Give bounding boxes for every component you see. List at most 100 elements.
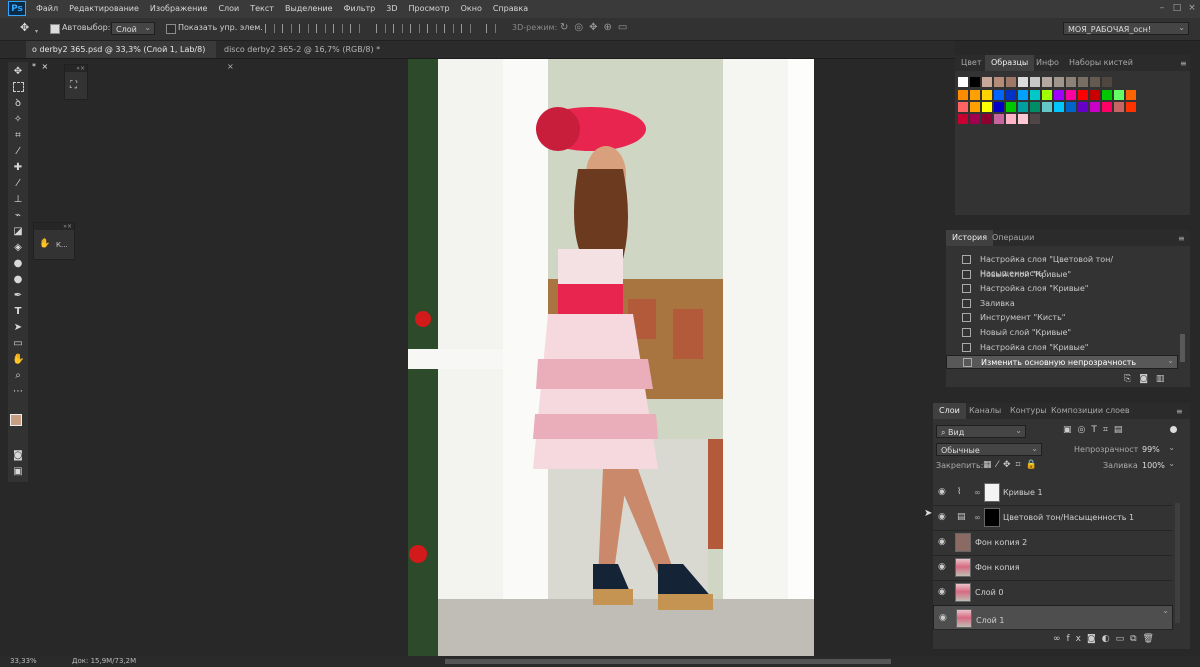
color-swatch[interactable] bbox=[958, 77, 968, 87]
color-swatch[interactable] bbox=[1042, 77, 1052, 87]
chain-link-icon[interactable]: ∞ bbox=[974, 508, 982, 527]
history-footer-icons[interactable]: ⎘◙▥ bbox=[1124, 374, 1172, 384]
color-swatch[interactable] bbox=[982, 102, 992, 112]
layer-filter-icons[interactable]: ▣◎T⌗▤ bbox=[1063, 425, 1128, 435]
color-swatch[interactable] bbox=[958, 114, 968, 124]
panel-menu-icon[interactable]: ≡ bbox=[1178, 234, 1185, 243]
close-button[interactable]: × bbox=[1187, 2, 1197, 14]
color-swatch[interactable] bbox=[1018, 90, 1028, 100]
color-swatch[interactable] bbox=[1030, 114, 1040, 124]
tab-swatches[interactable]: Образцы bbox=[985, 55, 1035, 71]
layers-scrollbar[interactable] bbox=[1175, 503, 1180, 623]
document-canvas[interactable] bbox=[408, 59, 814, 656]
color-swatch[interactable] bbox=[1018, 77, 1028, 87]
tab-close-icon[interactable]: × bbox=[227, 62, 234, 71]
color-swatch[interactable] bbox=[1042, 90, 1052, 100]
color-swatch[interactable] bbox=[1090, 102, 1100, 112]
tab-document-2[interactable]: disco derby2 365-2 @ 16,7% (RGB/8) * × bbox=[218, 41, 393, 71]
color-swatch[interactable] bbox=[1078, 77, 1088, 87]
align-hcenter-icon[interactable] bbox=[333, 24, 343, 33]
align-top-icon[interactable] bbox=[265, 24, 275, 33]
distribute-vcenter-icon[interactable] bbox=[393, 24, 403, 33]
layer-row[interactable]: ◉ Фон копия bbox=[933, 555, 1173, 581]
tab-channels[interactable]: Каналы bbox=[963, 403, 1007, 419]
color-swatch[interactable] bbox=[958, 90, 968, 100]
menu-item[interactable]: Фильтр bbox=[344, 0, 376, 18]
fill-field[interactable]: 100% bbox=[1138, 457, 1178, 472]
paint-bucket-icon[interactable]: ◈ bbox=[12, 242, 24, 253]
hand-tool-icon[interactable]: ✋ bbox=[12, 354, 24, 365]
color-swatch[interactable] bbox=[1030, 90, 1040, 100]
layer-footer-icons[interactable]: ∞fx◙◐▭⧉🗑 bbox=[1053, 634, 1160, 644]
color-swatch[interactable] bbox=[1006, 90, 1016, 100]
zoom-level[interactable]: 33,33% bbox=[10, 657, 37, 665]
mask-icon[interactable]: ◙ bbox=[1087, 634, 1102, 644]
visibility-eye-icon[interactable]: ◉ bbox=[938, 587, 948, 597]
visibility-eye-icon[interactable]: ◉ bbox=[938, 487, 948, 497]
color-swatch[interactable] bbox=[958, 102, 968, 112]
history-item[interactable]: Изменить основную непрозрачность bbox=[946, 354, 1178, 370]
color-swatch[interactable] bbox=[1102, 77, 1112, 87]
lasso-tool-icon[interactable]: ꝺ bbox=[12, 98, 24, 109]
color-swatch[interactable] bbox=[970, 90, 980, 100]
color-swatch[interactable] bbox=[994, 102, 1004, 112]
history-scrollbar[interactable] bbox=[1180, 334, 1185, 362]
tab-document-1[interactable]: o derby2 365.psd @ 33,3% (Слой 1, Lab/8)… bbox=[26, 41, 216, 71]
layer-row[interactable]: ◉ Слой 1 bbox=[933, 604, 1173, 630]
history-item[interactable]: Новый слой "Кривые" bbox=[946, 326, 1178, 340]
layer-row[interactable]: ◉ ▤ ∞ Цветовой тон/Насыщенность 1 bbox=[933, 505, 1173, 531]
align-right-icon[interactable] bbox=[350, 24, 360, 33]
color-swatch[interactable] bbox=[1066, 102, 1076, 112]
menu-item[interactable]: Окно bbox=[461, 0, 482, 18]
color-swatch[interactable] bbox=[982, 114, 992, 124]
tab-layer-comps[interactable]: Композиции слоев bbox=[1045, 403, 1136, 419]
layer-row[interactable]: ◉ Фон копия 2 bbox=[933, 530, 1173, 556]
fx-icon[interactable]: fx bbox=[1067, 634, 1088, 644]
menu-item[interactable]: Текст bbox=[250, 0, 274, 18]
menu-item[interactable]: Редактирование bbox=[69, 0, 139, 18]
tab-actions[interactable]: Операции bbox=[986, 230, 1040, 246]
distribute-left-icon[interactable] bbox=[427, 24, 437, 33]
color-swatch[interactable] bbox=[1006, 114, 1016, 124]
color-swatch[interactable] bbox=[994, 90, 1004, 100]
history-item[interactable]: Настройка слоя "Цветовой тон/Насыщенност… bbox=[946, 253, 1178, 278]
folder-icon[interactable]: ▭ bbox=[1116, 634, 1131, 644]
color-swatch[interactable] bbox=[1030, 102, 1040, 112]
layer-row[interactable]: ◉ Слой 0 bbox=[933, 580, 1173, 606]
menu-item[interactable]: Изображение bbox=[150, 0, 208, 18]
quick-mask-icon[interactable]: ◙ bbox=[12, 450, 24, 461]
color-swatch[interactable] bbox=[1006, 102, 1016, 112]
history-item[interactable]: Инструмент "Кисть" bbox=[946, 311, 1178, 325]
color-swatch[interactable] bbox=[1102, 90, 1112, 100]
trash-icon[interactable]: 🗑 bbox=[1143, 634, 1160, 644]
panel-menu-icon[interactable]: ≡ bbox=[1176, 407, 1183, 416]
layer-filter-dropdown[interactable]: ⌕ Вид bbox=[936, 424, 1026, 438]
distribute-bottom-icon[interactable] bbox=[410, 24, 420, 33]
color-swatch[interactable] bbox=[1066, 77, 1076, 87]
tab-layers[interactable]: Слои bbox=[933, 403, 966, 419]
foreground-color-swatch[interactable] bbox=[10, 414, 22, 426]
move-tool-icon[interactable]: ✥ bbox=[12, 66, 24, 77]
opacity-field[interactable]: 99% bbox=[1138, 441, 1178, 456]
marquee-tool-icon[interactable] bbox=[13, 82, 24, 92]
magic-wand-icon[interactable]: ✧ bbox=[12, 114, 24, 125]
auto-align-icon[interactable] bbox=[486, 24, 496, 33]
color-swatch[interactable] bbox=[1054, 77, 1064, 87]
history-brush-icon[interactable]: ⌁ bbox=[12, 210, 24, 221]
brush-preset-icon[interactable]: ⛶ bbox=[70, 80, 77, 91]
color-swatch[interactable] bbox=[1126, 102, 1136, 112]
color-swatch[interactable] bbox=[1090, 90, 1100, 100]
color-swatch[interactable] bbox=[982, 77, 992, 87]
adjustment-icon[interactable]: ◐ bbox=[1102, 634, 1116, 644]
history-item[interactable]: Настройка слоя "Кривые" bbox=[946, 341, 1178, 355]
blend-mode-dropdown[interactable]: Обычные bbox=[936, 442, 1042, 456]
eyedropper-icon[interactable]: ⁄ bbox=[12, 146, 24, 157]
horizontal-scrollbar[interactable] bbox=[445, 659, 891, 664]
align-left-icon[interactable] bbox=[316, 24, 326, 33]
pen-tool-icon[interactable]: ✒ bbox=[12, 290, 24, 301]
tab-info[interactable]: Инфо bbox=[1030, 55, 1065, 71]
clone-stamp-icon[interactable]: ⊥ bbox=[12, 194, 24, 205]
link-icon[interactable]: ∞ bbox=[1053, 634, 1067, 644]
eraser-icon[interactable]: ◪ bbox=[12, 226, 24, 237]
align-vcenter-icon[interactable] bbox=[282, 24, 292, 33]
